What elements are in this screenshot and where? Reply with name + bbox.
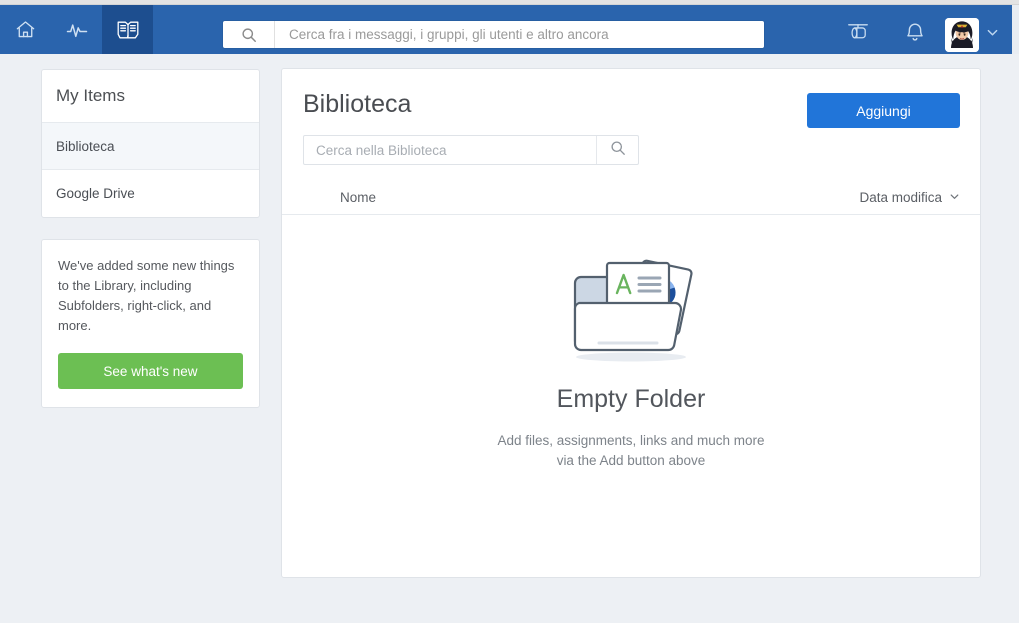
account-menu-button[interactable] — [979, 10, 1005, 59]
book-icon — [115, 17, 141, 43]
nav-tab-home[interactable] — [0, 5, 51, 54]
chevron-down-icon — [949, 190, 960, 205]
library-panel: Biblioteca Aggiungi Nome Data modifica — [281, 68, 981, 578]
column-header-date-modified-label: Data modifica — [859, 190, 942, 205]
nav-tab-library[interactable] — [102, 5, 153, 54]
see-whats-new-button[interactable]: See what's new — [58, 353, 243, 389]
app-screen: My Items Biblioteca Google Drive We've a… — [0, 0, 1019, 623]
global-search[interactable] — [223, 21, 764, 48]
column-header-name: Nome — [340, 190, 377, 205]
empty-folder-illustration — [551, 247, 711, 367]
column-header-date-modified[interactable]: Data modifica — [859, 190, 960, 205]
empty-state-title: Empty Folder — [556, 385, 706, 413]
sidebar: My Items Biblioteca Google Drive We've a… — [41, 69, 260, 408]
library-search-input[interactable] — [314, 136, 596, 164]
topbar-actions — [829, 10, 1005, 59]
nav-tab-activity[interactable] — [51, 5, 102, 54]
pulse-icon — [65, 18, 89, 42]
bell-icon — [904, 21, 926, 49]
sidebar-item-label: Google Drive — [56, 186, 135, 201]
search-icon — [610, 140, 626, 161]
promo-card: We've added some new things to the Libra… — [41, 239, 260, 408]
sidebar-item-google-drive[interactable]: Google Drive — [42, 170, 259, 217]
topbar-right-gutter — [1012, 5, 1019, 54]
sidebar-item-label: Biblioteca — [56, 138, 115, 154]
page-content: My Items Biblioteca Google Drive We've a… — [0, 54, 1019, 623]
empty-state-subtitle-line2: via the Add button above — [556, 453, 706, 468]
sidebar-item-biblioteca[interactable]: Biblioteca — [42, 123, 259, 170]
notifications-button[interactable] — [886, 10, 943, 59]
home-icon — [14, 18, 37, 41]
page-title: Biblioteca — [303, 90, 412, 118]
cable-car-icon — [845, 20, 871, 49]
table-header-row: Nome Data modifica — [282, 181, 980, 215]
spotlight-button[interactable] — [829, 10, 886, 59]
library-search[interactable] — [303, 135, 639, 165]
avatar[interactable] — [945, 17, 979, 52]
chevron-down-icon — [985, 25, 1000, 45]
library-search-button[interactable] — [596, 136, 638, 164]
global-search-input[interactable] — [287, 21, 764, 48]
my-items-card: My Items Biblioteca Google Drive — [41, 69, 260, 218]
add-button[interactable]: Aggiungi — [807, 93, 960, 128]
sidebar-header: My Items — [42, 70, 259, 123]
empty-state-subtitle-line1: Add files, assignments, links and much m… — [497, 433, 765, 448]
promo-text: We've added some new things to the Libra… — [58, 258, 235, 333]
empty-state: Empty Folder Add files, assignments, lin… — [282, 216, 980, 471]
user-avatar-image — [945, 17, 979, 52]
top-navigation-bar — [0, 5, 1012, 54]
empty-state-subtitle: Add files, assignments, links and much m… — [497, 431, 764, 471]
search-icon — [223, 21, 275, 48]
